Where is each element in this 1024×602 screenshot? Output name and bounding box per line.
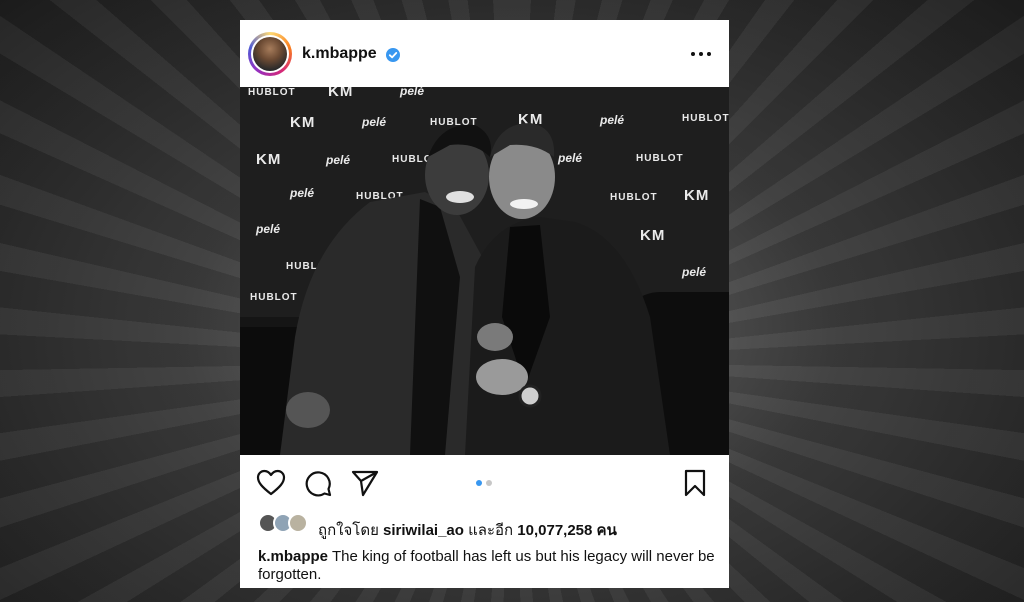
likes-suffix: คน [596,522,617,539]
people-silhouettes [280,123,670,455]
username[interactable]: k.mbappe [302,45,377,63]
likes-count[interactable]: 10,077,258 [517,522,592,539]
instagram-post: k.mbappe HUBLOT KM pelé KM pelé HUBLOT K… [240,20,729,588]
bookmark-icon[interactable] [683,469,707,497]
avatar [251,35,289,73]
likes-middle: และอีก [468,522,514,539]
carousel-dot-active [476,480,482,486]
likes-row: ถูกใจโดย siriwilai_ao และอีก 10,077,258 … [240,510,729,539]
avatar-image [253,37,287,71]
verified-badge-icon [386,48,400,62]
post-header: k.mbappe [240,20,729,87]
more-horizontal-icon[interactable] [689,46,713,62]
likes-text[interactable]: ถูกใจโดย siriwilai_ao และอีก 10,077,258 … [318,518,617,542]
liker-avatar [288,513,308,533]
heart-icon[interactable] [256,469,286,497]
post-photo[interactable]: HUBLOT KM pelé KM pelé HUBLOT KM pelé HU… [240,87,729,455]
comment-icon[interactable] [304,469,332,497]
post-caption: k.mbappe The king of football has left u… [258,548,718,584]
story-ring[interactable] [248,32,292,76]
carousel-dot [486,480,492,486]
carousel-indicator [476,480,492,486]
likes-prefix: ถูกใจโดย [318,522,379,539]
caption-username[interactable]: k.mbappe [258,548,328,565]
send-icon[interactable] [351,469,379,497]
first-liker-link[interactable]: siriwilai_ao [383,522,464,539]
